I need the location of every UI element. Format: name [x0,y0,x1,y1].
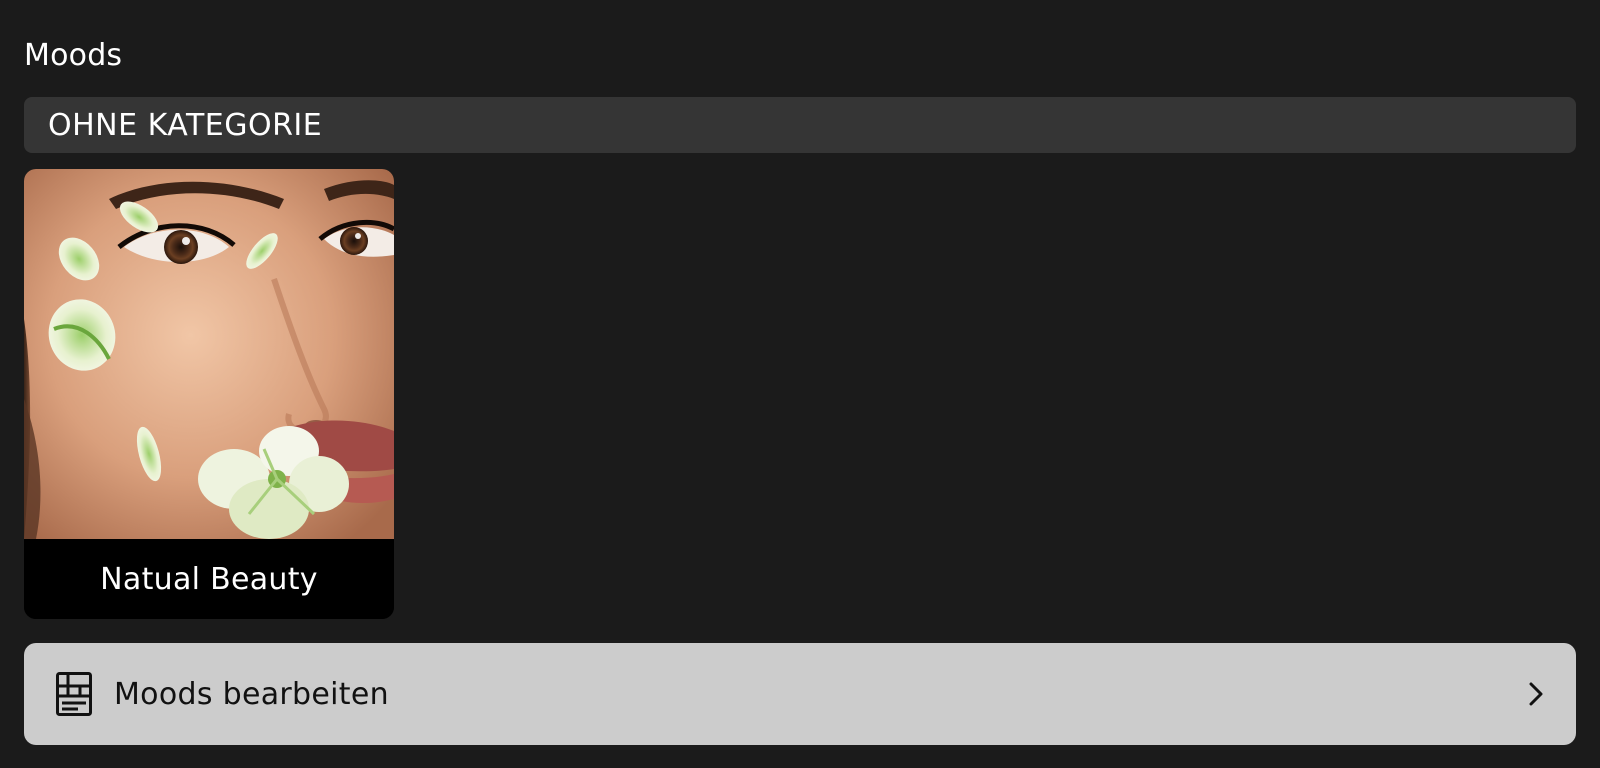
mood-card-natural-beauty[interactable]: Natual Beauty [24,169,394,619]
chevron-right-icon [1524,679,1548,709]
edit-moods-button[interactable]: Moods bearbeiten [24,643,1576,745]
mood-card-label: Natual Beauty [24,539,394,619]
page-title: Moods [24,38,123,73]
moods-screen: Moods OHNE KATEGORIE Natual Beauty Moods… [0,0,1600,768]
category-label: OHNE KATEGORIE [48,107,323,143]
category-header: OHNE KATEGORIE [24,97,1576,153]
moodboard-grid-icon [54,671,94,717]
mood-image-face-with-petals [24,169,394,539]
edit-moods-label: Moods bearbeiten [114,676,389,712]
